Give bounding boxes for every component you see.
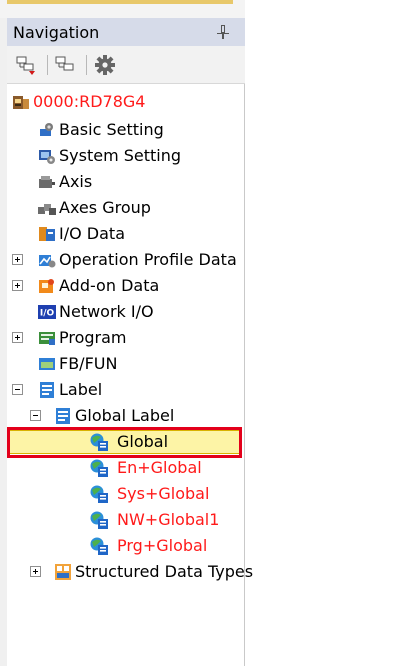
svg-text:I/O: I/O bbox=[40, 309, 55, 319]
tree-node-label: I/O Data bbox=[59, 224, 125, 243]
tree-node-label: Prg+Global bbox=[117, 536, 208, 555]
collapse-tree-icon[interactable] bbox=[55, 54, 77, 76]
tree-node-label: Basic Setting bbox=[59, 120, 164, 139]
expand-toggle[interactable] bbox=[12, 254, 23, 265]
pin-icon[interactable] bbox=[217, 24, 229, 40]
module-icon bbox=[11, 92, 31, 112]
collapse-toggle[interactable] bbox=[30, 410, 41, 421]
panel-title: Navigation bbox=[13, 23, 100, 42]
tree-node-network-io[interactable]: I/O Network I/O bbox=[7, 300, 245, 324]
tree-node-label: FB/FUN bbox=[59, 354, 118, 373]
tree-node-label: Add-on Data bbox=[59, 276, 160, 295]
operation-profile-icon bbox=[37, 250, 57, 270]
global-label-icon bbox=[89, 458, 109, 478]
network-io-icon: I/O bbox=[37, 302, 57, 322]
navigation-toolbar bbox=[7, 46, 245, 84]
tree-node-program[interactable]: Program bbox=[7, 326, 245, 350]
collapse-toggle[interactable] bbox=[12, 384, 23, 395]
screenshot-frame: Navigation 0000:RD78G4 Basic Setting Sys… bbox=[0, 0, 398, 666]
axis-icon bbox=[37, 172, 57, 192]
tree-node-nw-global1[interactable]: NW+Global1 bbox=[7, 508, 245, 532]
expand-toggle[interactable] bbox=[30, 566, 41, 577]
global-label-icon bbox=[89, 432, 109, 452]
workspace-area bbox=[245, 0, 398, 666]
basic-setting-icon bbox=[37, 120, 57, 140]
tree-node-axis[interactable]: Axis bbox=[7, 170, 245, 194]
tree-node-label: Global bbox=[117, 432, 169, 451]
tree-node-label: Global Label bbox=[75, 406, 175, 425]
toolbar-separator bbox=[86, 55, 87, 75]
label-icon bbox=[37, 380, 57, 400]
tree-node-label: NW+Global1 bbox=[117, 510, 220, 529]
structured-data-icon bbox=[53, 562, 73, 582]
expand-tree-icon[interactable] bbox=[16, 54, 38, 76]
tree-node-structured-data-types[interactable]: Structured Data Types bbox=[7, 560, 253, 584]
label-icon bbox=[53, 406, 73, 426]
tree-node-system-setting[interactable]: System Setting bbox=[7, 144, 245, 168]
tree-node-global-label[interactable]: Global Label bbox=[7, 404, 245, 428]
tree-node-basic-setting[interactable]: Basic Setting bbox=[7, 118, 245, 142]
tree-node-en-global[interactable]: En+Global bbox=[7, 456, 245, 480]
tree-node-label: Label bbox=[59, 380, 103, 399]
tree-node-label: Axes Group bbox=[59, 198, 151, 217]
tree-node-axes-group[interactable]: Axes Group bbox=[7, 196, 245, 220]
tree-node-project[interactable]: 0000:RD78G4 bbox=[7, 90, 245, 114]
io-data-icon bbox=[37, 224, 57, 244]
gold-strip bbox=[7, 0, 233, 4]
global-label-icon bbox=[89, 484, 109, 504]
tree-node-label: Network I/O bbox=[59, 302, 154, 321]
program-icon bbox=[37, 328, 57, 348]
tree-node-label: Structured Data Types bbox=[75, 562, 254, 581]
tree-node-label: En+Global bbox=[117, 458, 202, 477]
tree-node-label: Operation Profile Data bbox=[59, 250, 237, 269]
tree-node-global[interactable]: Global bbox=[7, 427, 245, 458]
tree-node-label-folder[interactable]: Label bbox=[7, 378, 245, 402]
tree-node-label: Sys+Global bbox=[117, 484, 210, 503]
left-gutter bbox=[0, 0, 7, 666]
tree-node-sys-global[interactable]: Sys+Global bbox=[7, 482, 245, 506]
tree-node-label: Axis bbox=[59, 172, 93, 191]
tree-node-prg-global[interactable]: Prg+Global bbox=[7, 534, 245, 558]
global-label-icon bbox=[89, 536, 109, 556]
global-label-icon bbox=[89, 510, 109, 530]
fb-fun-icon bbox=[37, 354, 57, 374]
panel-title-bar[interactable]: Navigation bbox=[7, 18, 245, 46]
navigation-panel: Navigation 0000:RD78G4 Basic Setting Sys… bbox=[7, 18, 253, 666]
system-setting-icon bbox=[37, 146, 57, 166]
tree-node-label: Program bbox=[59, 328, 127, 347]
top-strip bbox=[0, 0, 245, 18]
project-label: 0000:RD78G4 bbox=[33, 92, 146, 111]
gear-icon[interactable] bbox=[94, 54, 116, 76]
tree-node-add-on-data[interactable]: Add-on Data bbox=[7, 274, 245, 298]
add-on-icon bbox=[37, 276, 57, 296]
tree-node-operation-profile-data[interactable]: Operation Profile Data bbox=[7, 248, 245, 272]
expand-toggle[interactable] bbox=[12, 332, 23, 343]
toolbar-separator bbox=[47, 55, 48, 75]
tree-node-io-data[interactable]: I/O Data bbox=[7, 222, 245, 246]
tree-node-fb-fun[interactable]: FB/FUN bbox=[7, 352, 245, 376]
tree-node-label: System Setting bbox=[59, 146, 182, 165]
axes-group-icon bbox=[37, 198, 57, 218]
expand-toggle[interactable] bbox=[12, 280, 23, 291]
